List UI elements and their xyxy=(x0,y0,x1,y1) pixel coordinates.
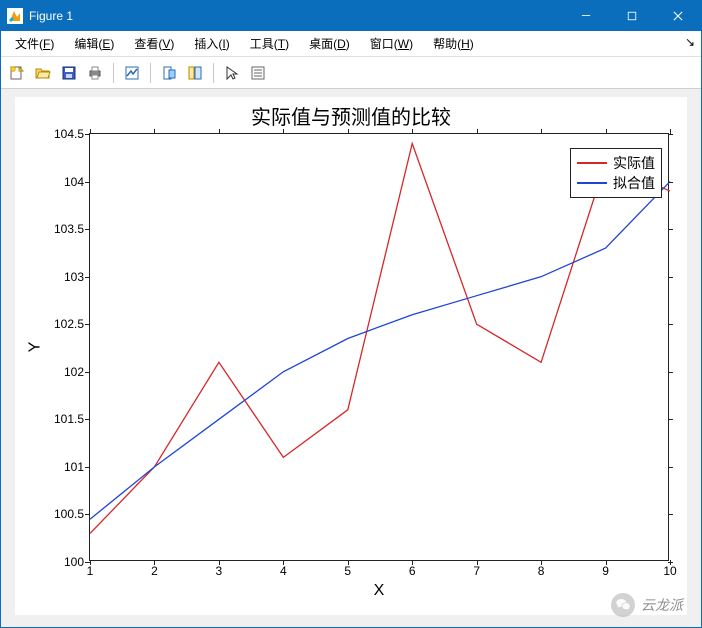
y-tick-label: 103.5 xyxy=(50,222,90,236)
figure-window: Figure 1 文件(F)编辑(E)查看(V)插入(I)工具(T)桌面(D)窗… xyxy=(0,0,702,628)
legend-label: 拟合值 xyxy=(613,173,655,193)
menu-t[interactable]: 工具(T) xyxy=(240,34,299,54)
open-property-inspector-button[interactable] xyxy=(246,61,270,85)
plot-lines xyxy=(90,134,670,562)
close-button[interactable] xyxy=(655,1,701,31)
x-axis-label: X xyxy=(374,582,385,600)
minimize-button[interactable] xyxy=(563,1,609,31)
toolbar xyxy=(1,57,701,89)
y-tick-label: 102 xyxy=(50,365,90,379)
new-figure-button[interactable] xyxy=(5,61,29,85)
figure-canvas-area: 实际值与预测值的比较 实际值拟合值 X Y 12345678910100100.… xyxy=(1,89,701,627)
menu-w[interactable]: 窗口(W) xyxy=(360,34,423,54)
y-tick-label: 104.5 xyxy=(50,127,90,141)
link-axes-button[interactable] xyxy=(120,61,144,85)
toolbar-separator xyxy=(213,63,214,83)
legend[interactable]: 实际值拟合值 xyxy=(570,148,662,198)
title-bar: Figure 1 xyxy=(1,1,701,31)
menu-d[interactable]: 桌面(D) xyxy=(299,34,360,54)
window-title: Figure 1 xyxy=(29,9,73,23)
toolbar-separator xyxy=(150,63,151,83)
dock-toggle-icon[interactable]: ↘ xyxy=(685,35,695,49)
y-tick-label: 101 xyxy=(50,460,90,474)
legend-swatch xyxy=(577,182,607,184)
watermark-text: 云龙派 xyxy=(641,595,683,615)
print-button[interactable] xyxy=(83,61,107,85)
wechat-icon xyxy=(611,593,635,617)
y-tick-label: 102.5 xyxy=(50,317,90,331)
save-button[interactable] xyxy=(57,61,81,85)
plot-outer: 实际值与预测值的比较 实际值拟合值 X Y 12345678910100100.… xyxy=(15,97,687,615)
y-tick-label: 100.5 xyxy=(50,507,90,521)
y-axis-label: Y xyxy=(26,342,44,353)
series-line xyxy=(90,144,670,534)
toolbar-separator xyxy=(113,63,114,83)
legend-swatch xyxy=(577,162,607,164)
axes[interactable]: 实际值拟合值 X Y 12345678910100100.5101101.510… xyxy=(89,133,669,561)
insert-colorbar-button[interactable] xyxy=(183,61,207,85)
menu-h[interactable]: 帮助(H) xyxy=(423,34,484,54)
menu-i[interactable]: 插入(I) xyxy=(184,34,239,54)
y-tick-label: 104 xyxy=(50,175,90,189)
legend-entry: 拟合值 xyxy=(577,173,655,193)
legend-label: 实际值 xyxy=(613,153,655,173)
menu-e[interactable]: 编辑(E) xyxy=(64,34,124,54)
y-tick-label: 101.5 xyxy=(50,412,90,426)
y-tick-label: 103 xyxy=(50,270,90,284)
watermark: 云龙派 xyxy=(611,593,683,617)
matlab-icon xyxy=(7,8,23,24)
data-cursor-button[interactable] xyxy=(157,61,181,85)
menu-f[interactable]: 文件(F) xyxy=(5,34,64,54)
y-tick-label: 100 xyxy=(50,555,90,569)
edit-plot-button[interactable] xyxy=(220,61,244,85)
menu-bar: 文件(F)编辑(E)查看(V)插入(I)工具(T)桌面(D)窗口(W)帮助(H)… xyxy=(1,31,701,57)
menu-v[interactable]: 查看(V) xyxy=(124,34,184,54)
chart-title: 实际值与预测值的比较 xyxy=(15,101,687,130)
legend-entry: 实际值 xyxy=(577,153,655,173)
maximize-button[interactable] xyxy=(609,1,655,31)
open-button[interactable] xyxy=(31,61,55,85)
